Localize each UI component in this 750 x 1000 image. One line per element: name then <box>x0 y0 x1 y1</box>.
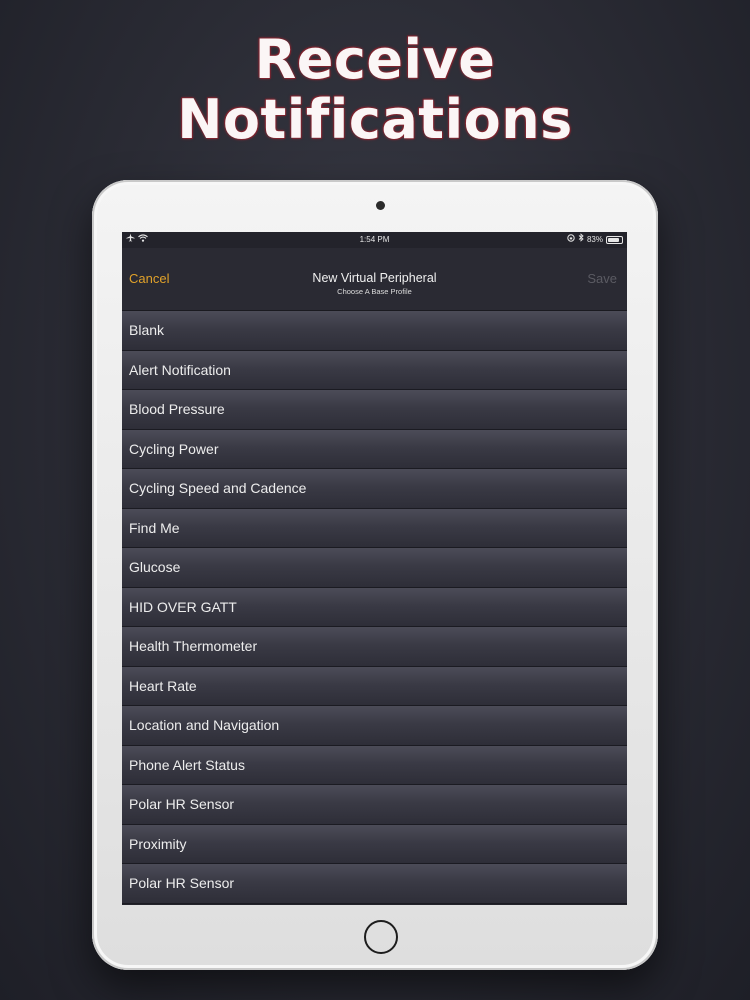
profile-row[interactable]: Cycling Speed and Cadence <box>122 469 627 509</box>
profile-label: Find Me <box>129 519 180 536</box>
battery-icon <box>606 236 623 244</box>
profile-label: Phone Alert Status <box>129 756 245 773</box>
lock-rotation-icon <box>567 232 575 248</box>
profile-row[interactable]: Glucose <box>122 548 627 588</box>
profile-label: Health Thermometer <box>129 638 258 654</box>
profile-label: Polar HR Sensor <box>129 875 235 891</box>
profile-row[interactable]: Blank <box>122 311 627 351</box>
front-camera <box>376 201 385 210</box>
navigation-bar: Cancel New Virtual Peripheral Choose A B… <box>122 248 627 311</box>
profile-label: Cycling Speed and Cadence <box>129 480 307 496</box>
profile-label: Blank <box>129 322 165 338</box>
profile-label: Polar HR Sensor <box>129 796 235 812</box>
save-button[interactable]: Save <box>587 271 617 286</box>
tablet-screen: 1:54 PM 83% Cancel New Virtual Periphera… <box>122 232 627 905</box>
profile-label: Proximity <box>129 835 187 852</box>
profile-label: Alert Notification <box>129 361 231 378</box>
profile-label: Blood Pressure <box>129 401 225 417</box>
profile-label: Glucose <box>129 559 181 575</box>
profile-row[interactable]: Alert Notification <box>122 350 627 390</box>
profile-row[interactable]: Proximity <box>122 824 627 864</box>
profile-row[interactable]: Health Thermometer <box>122 627 627 667</box>
status-time: 1:54 PM <box>359 235 390 244</box>
status-bar: 1:54 PM 83% <box>122 232 627 248</box>
profile-row[interactable]: HID OVER GATT <box>122 587 627 627</box>
nav-subtitle: Choose A Base Profile <box>337 287 412 296</box>
headline-line-2: Notifications <box>177 88 573 151</box>
bluetooth-icon <box>578 232 584 248</box>
headline-line-1: Receive <box>254 28 496 91</box>
profile-row[interactable]: Heart Rate <box>122 666 627 706</box>
profile-row[interactable]: Location and Navigation <box>122 706 627 746</box>
profile-list: Blank Alert Notification Blood Pressure … <box>122 311 627 904</box>
profile-label: HID OVER GATT <box>129 598 237 615</box>
battery-percent: 83% <box>586 235 603 244</box>
profile-label: Heart Rate <box>129 677 197 694</box>
profile-row[interactable]: Cycling Power <box>122 429 627 469</box>
profile-row[interactable]: Blood Pressure <box>122 390 627 430</box>
profile-row[interactable]: Find Me <box>122 508 627 548</box>
profile-row[interactable]: Polar HR Sensor <box>122 864 627 904</box>
home-button[interactable] <box>364 920 398 954</box>
profile-row[interactable]: Polar HR Sensor <box>122 785 627 825</box>
profile-label: Location and Navigation <box>129 717 280 733</box>
profile-label: Cycling Power <box>129 440 219 457</box>
nav-title: New Virtual Peripheral <box>312 271 437 285</box>
profile-row[interactable]: Phone Alert Status <box>122 745 627 785</box>
